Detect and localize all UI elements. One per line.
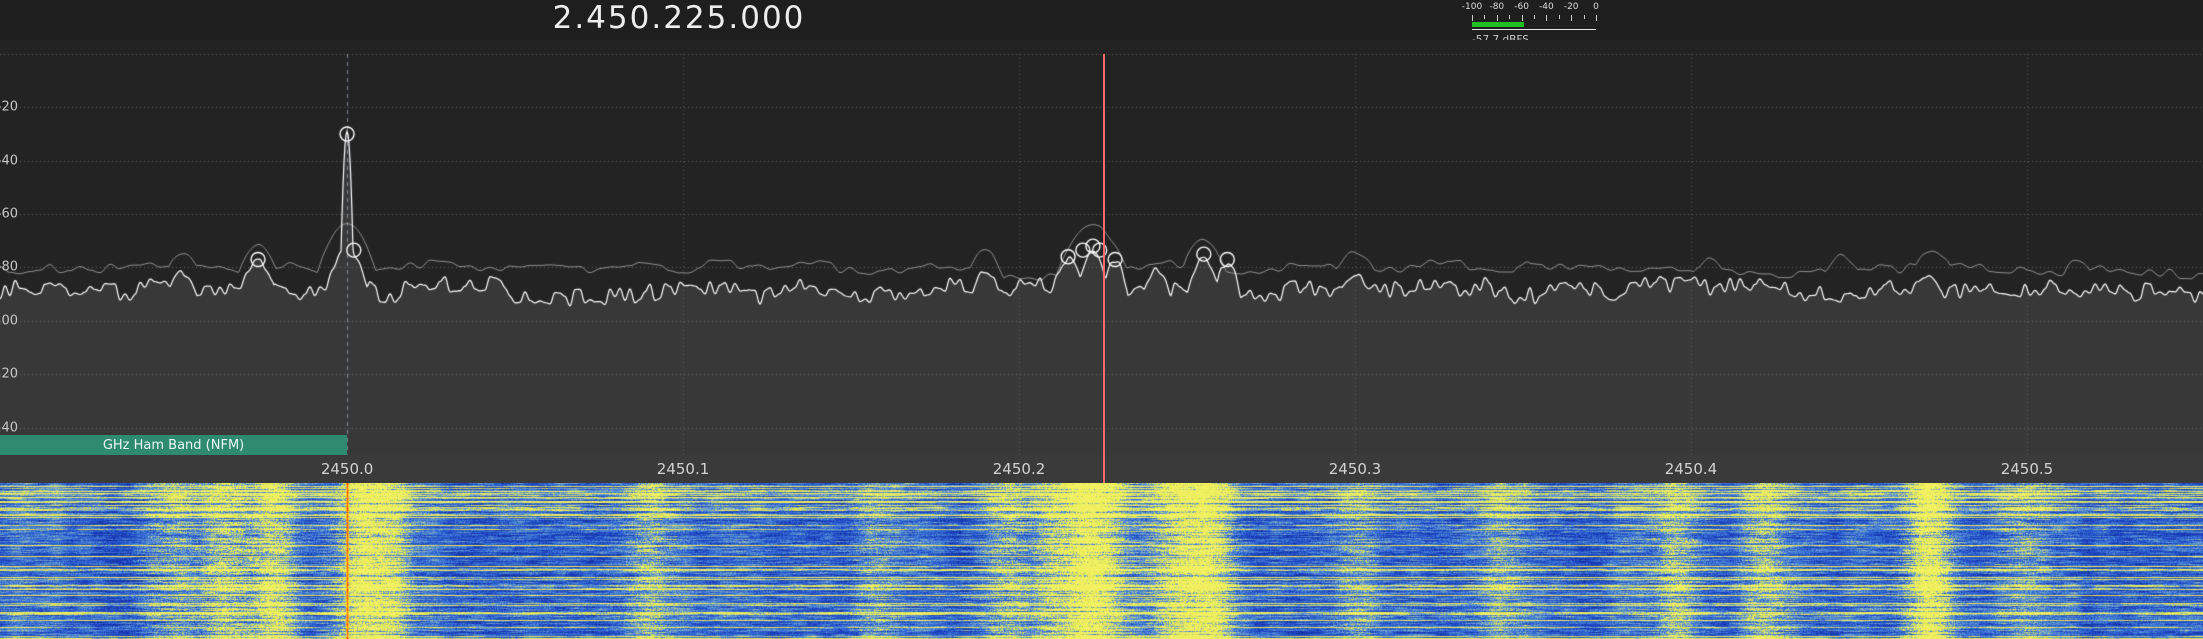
meter-tick bbox=[1596, 15, 1597, 21]
tuning-line[interactable] bbox=[1103, 54, 1105, 483]
db-axis-label: -40 bbox=[0, 153, 18, 168]
meter-tick bbox=[1522, 15, 1523, 21]
meter-bar bbox=[1472, 22, 1524, 27]
meter-tick bbox=[1571, 15, 1572, 21]
db-axis-label: -140 bbox=[0, 420, 18, 435]
meter-tick bbox=[1472, 15, 1473, 21]
frequency-axis-label: 2450.2 bbox=[993, 460, 1046, 478]
meter-baseline bbox=[1472, 29, 1596, 30]
meter-tick bbox=[1534, 15, 1535, 19]
meter-tick bbox=[1559, 15, 1560, 19]
meter-scale-label: -40 bbox=[1539, 2, 1554, 12]
meter-scale-label: -100 bbox=[1462, 2, 1482, 12]
frequency-axis: 2450.0 2450.1 2450.2 2450.3 2450.4 2450.5 bbox=[0, 455, 2203, 483]
meter-tick bbox=[1509, 15, 1510, 19]
db-axis-label: -100 bbox=[0, 313, 18, 328]
meter-tick bbox=[1484, 15, 1485, 19]
frequency-axis-label: 2450.3 bbox=[1329, 460, 1382, 478]
db-axis-label: -20 bbox=[0, 100, 18, 115]
meter-tick bbox=[1584, 15, 1585, 19]
waterfall[interactable] bbox=[0, 483, 2203, 639]
frequency-axis-label: 2450.0 bbox=[321, 460, 374, 478]
frequency-display[interactable]: 2.450.225.000 bbox=[553, 0, 806, 36]
frequency-axis-label: 2450.5 bbox=[2001, 460, 2054, 478]
meter-tick bbox=[1497, 15, 1498, 21]
band-plan-bar[interactable]: GHz Ham Band (NFM) bbox=[0, 435, 347, 455]
sdr-app-window: 2.450.225.000 -57.7 dBFS -100-80-60-40-2… bbox=[0, 0, 2203, 639]
meter-scale-label: 0 bbox=[1593, 2, 1599, 12]
frequency-axis-label: 2450.1 bbox=[657, 460, 710, 478]
band-plan-label: GHz Ham Band (NFM) bbox=[103, 438, 244, 453]
db-axis-label: -80 bbox=[0, 260, 18, 275]
spectrum-canvas[interactable] bbox=[0, 40, 2203, 455]
meter-scale-label: -20 bbox=[1564, 2, 1579, 12]
db-axis-label: -120 bbox=[0, 367, 18, 382]
meter-scale-label: -60 bbox=[1514, 2, 1529, 12]
meter-scale-label: -80 bbox=[1489, 2, 1504, 12]
spectrum-plot bbox=[0, 40, 2203, 455]
frequency-axis-label: 2450.4 bbox=[1665, 460, 1718, 478]
db-axis-label: -60 bbox=[0, 207, 18, 222]
meter-tick bbox=[1546, 15, 1547, 21]
